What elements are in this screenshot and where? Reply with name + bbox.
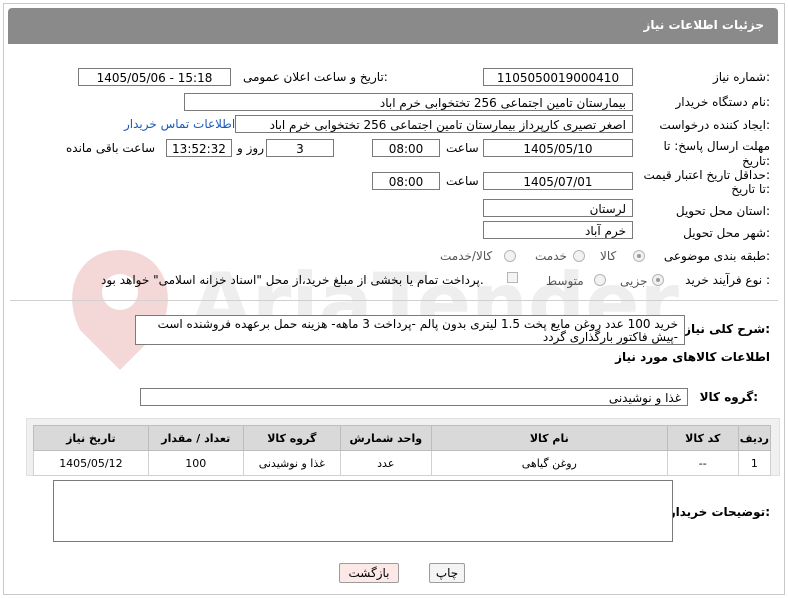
- print-button[interactable]: چاپ: [429, 563, 465, 583]
- announce-field: 1405/05/06 - 15:18: [78, 68, 231, 86]
- description-text: خرید 100 عدد روغن مایع پخت 1.5 لیتری بدو…: [135, 315, 685, 345]
- remaining-time-field: 13:52:32: [166, 139, 232, 157]
- purchase-option-minor: جزیی: [620, 274, 648, 288]
- need-number-field: 1105050019000410: [483, 68, 633, 86]
- col-date: تاریخ نیاز: [33, 425, 149, 451]
- category-label: طبقه بندی موضوعی:: [663, 249, 770, 263]
- deadline-time-label: ساعت: [446, 141, 479, 155]
- cell-row: 1: [737, 450, 772, 476]
- creator-label: ایجاد کننده درخواست:: [659, 118, 770, 132]
- page-title: جزئیات اطلاعات نیاز: [643, 18, 764, 32]
- title-bar: جزئیات اطلاعات نیاز: [8, 8, 778, 44]
- category-option-goods: کالا: [600, 249, 617, 263]
- col-name: نام کالا: [430, 425, 668, 451]
- cell-qty: 100: [147, 450, 244, 476]
- col-unit: واحد شمارش: [339, 425, 432, 451]
- category-option-service: خدمت: [535, 249, 567, 263]
- category-radio-both[interactable]: [504, 250, 516, 262]
- purchase-radio-minor[interactable]: [652, 274, 664, 286]
- goods-group-label: گروه کالا:: [699, 390, 758, 404]
- price-valid-time-field: 08:00: [372, 172, 440, 190]
- days-field: 3: [266, 139, 334, 157]
- deadline-time-field: 08:00: [372, 139, 440, 157]
- buyer-notes-label: توضیحات خریدار:: [668, 505, 770, 519]
- price-valid-label-2: تا تاریخ:: [731, 182, 770, 196]
- purchase-radio-medium[interactable]: [594, 274, 606, 286]
- category-option-both: کالا/خدمت: [440, 249, 493, 263]
- col-group: گروه کالا: [242, 425, 341, 451]
- treasury-checkbox[interactable]: [507, 272, 518, 283]
- cell-unit: عدد: [339, 450, 432, 476]
- price-valid-date-field: 1405/07/01: [483, 172, 633, 190]
- province-field: لرستان: [483, 199, 633, 217]
- cell-group: غذا و نوشیدنی: [242, 450, 341, 476]
- need-number-label: شماره نیاز:: [712, 70, 770, 84]
- days-label: روز و: [237, 141, 264, 155]
- goods-table: ردیف کد کالا نام کالا واحد شمارش گروه کا…: [33, 425, 772, 476]
- divider: [10, 300, 778, 301]
- col-qty: تعداد / مقدار: [147, 425, 244, 451]
- creator-field: اصغر تصیری کارپرداز بیمارستان تامین اجتم…: [235, 115, 633, 133]
- buyer-org-label: نام دستگاه خریدار:: [675, 95, 771, 109]
- purchase-option-medium: متوسط: [546, 274, 584, 288]
- announce-label: تاریخ و ساعت اعلان عمومی:: [243, 70, 388, 84]
- deadline-date-field: 1405/05/10: [483, 139, 633, 157]
- province-label: استان محل تحویل:: [675, 204, 770, 218]
- buyer-org-field: بیمارستان تامین اجتماعی 256 تختخوابی خرم…: [184, 93, 633, 111]
- city-label: شهر محل تحویل:: [683, 226, 770, 240]
- remaining-label: ساعت باقی مانده: [66, 141, 156, 155]
- goods-section-title: اطلاعات کالاهای مورد نیاز: [615, 350, 770, 364]
- cell-code: --: [666, 450, 739, 476]
- deadline-label-2: تاریخ:: [742, 154, 770, 168]
- col-row: ردیف: [737, 425, 772, 451]
- buyer-notes-textarea[interactable]: [53, 480, 673, 542]
- cell-date: 1405/05/12: [33, 450, 149, 476]
- city-field: خرم آباد: [483, 221, 633, 239]
- buyer-contact-link[interactable]: اطلاعات تماس خریدار: [124, 117, 235, 131]
- description-label: شرح کلی نیاز:: [684, 322, 770, 336]
- table-header-row: ردیف کد کالا نام کالا واحد شمارش گروه کا…: [33, 425, 772, 451]
- back-button[interactable]: بازگشت: [339, 563, 399, 583]
- price-valid-time-label: ساعت: [446, 174, 479, 188]
- price-valid-label: حداقل تاریخ اعتبار قیمت:: [643, 168, 770, 182]
- category-radio-service[interactable]: [573, 250, 585, 262]
- deadline-label: مهلت ارسال پاسخ: تا: [663, 139, 770, 153]
- cell-name: روغن گیاهی: [430, 450, 668, 476]
- table-row: 1 -- روغن گیاهی عدد غذا و نوشیدنی 100 14…: [33, 450, 772, 476]
- goods-group-field: غذا و نوشیدنی: [140, 388, 688, 406]
- payment-note: پرداخت تمام یا بخشی از مبلغ خرید،از محل …: [101, 273, 484, 287]
- category-radio-goods[interactable]: [633, 250, 645, 262]
- col-code: کد کالا: [666, 425, 739, 451]
- purchase-type-label: نوع فرآیند خرید :: [685, 273, 770, 287]
